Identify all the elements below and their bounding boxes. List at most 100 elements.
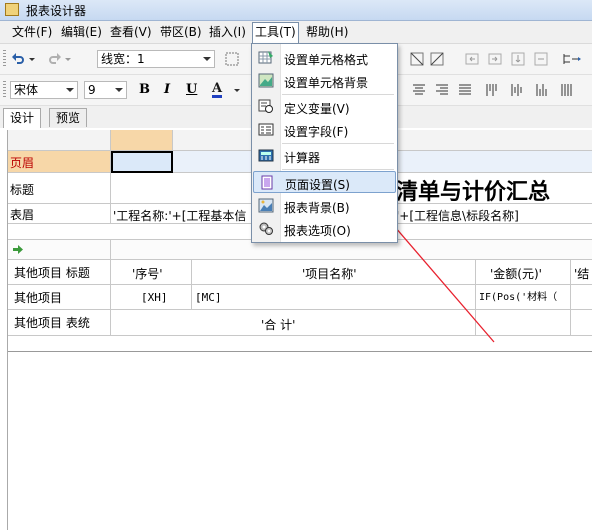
- italic-button[interactable]: I: [164, 82, 170, 97]
- justify-icon[interactable]: [458, 83, 472, 97]
- menu-item-page-setup[interactable]: 页面设置(S): [253, 171, 396, 193]
- row-label-other[interactable]: 其他项目: [8, 285, 111, 310]
- total-amount-cell[interactable]: [476, 310, 571, 336]
- menu-edit[interactable]: 编辑(E): [59, 24, 104, 41]
- font-color-dropdown-icon[interactable]: [233, 83, 241, 97]
- menu-item-calculator[interactable]: 计算器: [253, 145, 396, 167]
- menu-item-label: 设置单元格背景: [284, 76, 369, 90]
- menu-insert[interactable]: 插入(I): [207, 24, 248, 41]
- row-label-title[interactable]: 标题: [8, 173, 111, 204]
- menu-separator: [282, 94, 394, 95]
- row-label-text: 其他项目 标题: [14, 266, 90, 280]
- total-partial-cell[interactable]: [571, 310, 592, 336]
- chevron-down-icon: [115, 88, 123, 92]
- delete-row-icon[interactable]: [534, 52, 548, 66]
- menu-item-cell-background[interactable]: 设置单元格背景: [253, 70, 396, 92]
- menu-file[interactable]: 文件(F): [10, 24, 54, 41]
- menu-band[interactable]: 带区(B): [158, 24, 204, 41]
- insert-row-icon[interactable]: [511, 52, 525, 66]
- total-label-cell[interactable]: '合 计': [111, 310, 476, 336]
- row-label-text: 其他项目: [14, 291, 63, 305]
- redo-dropdown-icon[interactable]: [64, 52, 72, 66]
- font-name-combo[interactable]: 宋体: [10, 81, 78, 99]
- tab-preview[interactable]: 预览: [49, 108, 88, 127]
- bold-button[interactable]: B: [139, 82, 150, 97]
- row-label-text: 其他项目 表统: [14, 316, 90, 330]
- font-size-value: 9: [88, 83, 96, 97]
- vertical-justify-icon[interactable]: [560, 83, 574, 97]
- underline-button[interactable]: U: [186, 82, 197, 97]
- menu-item-label: 设置字段(F): [284, 125, 349, 139]
- header-cell-seq[interactable]: '序号': [111, 260, 192, 285]
- menu-help[interactable]: 帮助(H): [304, 24, 350, 41]
- back-diagonal-border-icon[interactable]: [430, 52, 444, 66]
- cell-format-icon: [258, 51, 273, 64]
- header-text: '金额(元)': [490, 267, 542, 281]
- line-width-combo[interactable]: 线宽：1: [97, 50, 215, 68]
- chevron-down-icon: [203, 57, 211, 61]
- data-text: IF(Pos('材料（: [479, 292, 558, 303]
- align-options-icon[interactable]: [562, 52, 584, 66]
- redo-icon[interactable]: [48, 52, 62, 66]
- tools-menu-dropdown: 设置单元格格式 设置单元格背景 定义变量(V) 设置字段(F) 计算器 页面设置…: [251, 43, 398, 243]
- window-title: 报表设计器: [26, 4, 87, 18]
- font-size-combo[interactable]: 9: [84, 81, 127, 99]
- menu-item-label: 页面设置(S): [285, 178, 350, 192]
- undo-dropdown-icon[interactable]: [28, 52, 36, 66]
- field-icon: [258, 123, 274, 136]
- menu-item-report-background[interactable]: 报表背景(B): [253, 195, 396, 217]
- data-cell-partial[interactable]: [571, 285, 592, 310]
- section-name-formula: '+[工程信息\标段名称]: [396, 209, 519, 223]
- band-marker-cell[interactable]: [8, 240, 111, 260]
- corner-cell[interactable]: [8, 130, 111, 151]
- insert-column-right-icon[interactable]: [488, 52, 502, 66]
- tab-design[interactable]: 设计: [3, 108, 42, 128]
- report-background-icon: [258, 198, 274, 213]
- band-marker-row[interactable]: [111, 240, 592, 260]
- align-right-icon[interactable]: [435, 83, 449, 97]
- header-cell-amount[interactable]: '金额(元)': [476, 260, 571, 285]
- menu-item-label: 报表选项(O): [284, 224, 351, 238]
- calculator-icon: [258, 149, 274, 162]
- menu-item-label: 计算器: [284, 151, 321, 165]
- menu-item-report-options[interactable]: 报表选项(O): [253, 218, 396, 240]
- data-cell-name[interactable]: [MC]: [192, 285, 476, 310]
- data-cell-seq[interactable]: [XH]: [111, 285, 192, 310]
- menu-view[interactable]: 查看(V): [108, 24, 154, 41]
- selected-cell[interactable]: [111, 151, 173, 173]
- menu-item-define-variable[interactable]: 定义变量(V): [253, 96, 396, 118]
- header-text: '结: [574, 267, 590, 281]
- title-bar: 报表设计器: [0, 0, 592, 21]
- font-color-button[interactable]: A: [212, 82, 223, 98]
- toolbar-grip[interactable]: [3, 50, 6, 68]
- menu-tools[interactable]: 工具(T): [252, 22, 299, 43]
- column-header-selected[interactable]: [111, 130, 173, 151]
- row-label-other-footer[interactable]: 其他项目 表统: [8, 310, 111, 336]
- menu-separator: [282, 169, 394, 170]
- row-label-text: 标题: [10, 183, 35, 197]
- align-center-icon[interactable]: [412, 83, 426, 97]
- undo-icon[interactable]: [11, 52, 25, 66]
- data-cell-amount[interactable]: IF(Pos('材料（: [476, 285, 571, 310]
- row-label-other-title[interactable]: 其他项目 标题: [8, 260, 111, 285]
- row-label-table-header[interactable]: 表眉: [8, 204, 111, 224]
- menu-item-cell-format[interactable]: 设置单元格格式: [253, 47, 396, 69]
- vertical-align-middle-icon[interactable]: [510, 83, 524, 97]
- data-text: [XH]: [141, 291, 168, 304]
- vertical-align-top-icon[interactable]: [485, 83, 499, 97]
- menu-item-set-field[interactable]: 设置字段(F): [253, 119, 396, 141]
- header-cell-name[interactable]: '项目名称': [192, 260, 476, 285]
- menu-item-label: 设置单元格格式: [284, 53, 369, 67]
- header-cell-partial[interactable]: '结: [571, 260, 592, 285]
- variable-icon: [258, 99, 273, 113]
- border-grid-icon[interactable]: [225, 52, 239, 66]
- insert-column-left-icon[interactable]: [465, 52, 479, 66]
- diagonal-border-icon[interactable]: [410, 52, 424, 66]
- row-label-page-header[interactable]: 页眉: [8, 151, 111, 173]
- menu-separator: [282, 143, 394, 144]
- project-name-formula: '工程名称:'+[工程基本信: [113, 209, 247, 223]
- band-footer-row[interactable]: [8, 336, 592, 352]
- toolbar-grip[interactable]: [3, 81, 6, 99]
- vertical-align-bottom-icon[interactable]: [535, 83, 549, 97]
- row-label-text: 页眉: [10, 156, 35, 170]
